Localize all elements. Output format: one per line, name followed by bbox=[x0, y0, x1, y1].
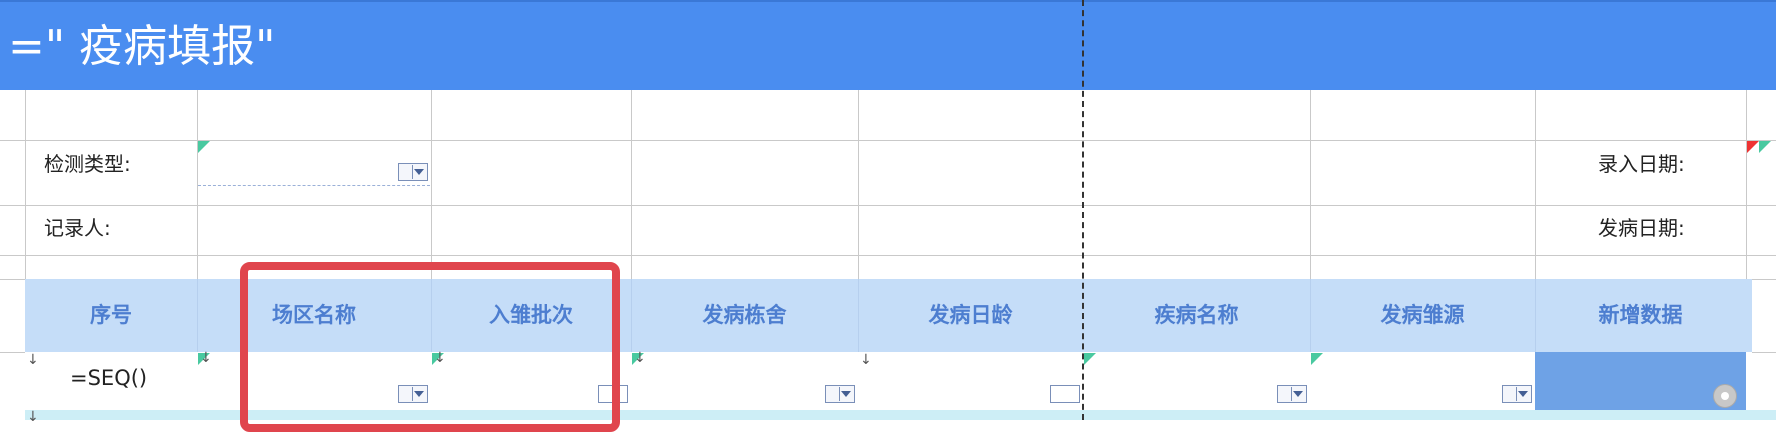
header-seq: 序号 bbox=[90, 303, 132, 327]
down-arrow-icon: ↓ bbox=[634, 350, 646, 366]
cell-marker bbox=[1084, 353, 1096, 365]
onset-age-dropdown[interactable] bbox=[1050, 385, 1080, 403]
down-arrow-icon: ↓ bbox=[27, 409, 39, 425]
detection-type-dropdown[interactable] bbox=[398, 163, 428, 181]
detection-type-label: 检测类型: bbox=[44, 152, 131, 176]
header-onset-age: 发病日龄 bbox=[928, 303, 1013, 327]
down-arrow-icon: ↓ bbox=[200, 350, 212, 366]
grid-line bbox=[0, 140, 1776, 141]
page-break-line bbox=[1082, 0, 1084, 420]
header-new-data: 新增数据 bbox=[1598, 303, 1683, 327]
chick-source-dropdown[interactable] bbox=[1502, 385, 1532, 403]
scroll-handle[interactable] bbox=[1713, 384, 1737, 408]
cell-marker bbox=[1311, 353, 1323, 365]
entry-date-label: 录入日期: bbox=[1598, 152, 1685, 176]
cell-marker bbox=[1759, 141, 1771, 153]
header-disease-name: 疾病名称 bbox=[1154, 303, 1239, 327]
grid-line bbox=[0, 255, 1776, 256]
header-chick-source: 发病雏源 bbox=[1380, 303, 1465, 327]
detection-type-input-underline bbox=[198, 185, 430, 186]
disease-name-dropdown[interactable] bbox=[1277, 385, 1307, 403]
cell-marker bbox=[1747, 141, 1759, 153]
sheet-title: =" 疫病填报" bbox=[8, 21, 276, 72]
seq-cell[interactable]: =SEQ() bbox=[70, 366, 147, 390]
grid-line bbox=[0, 205, 1776, 206]
highlight-annotation bbox=[240, 262, 620, 432]
sheet-title-bar: =" 疫病填报" bbox=[0, 0, 1776, 90]
recorder-label: 记录人: bbox=[44, 216, 111, 240]
down-arrow-icon: ↓ bbox=[860, 352, 872, 368]
cell-marker bbox=[198, 141, 210, 153]
house-dropdown[interactable] bbox=[825, 385, 855, 403]
down-arrow-icon: ↓ bbox=[27, 352, 39, 368]
onset-date-label: 发病日期: bbox=[1598, 216, 1685, 240]
header-house: 发病栋舍 bbox=[702, 303, 787, 327]
